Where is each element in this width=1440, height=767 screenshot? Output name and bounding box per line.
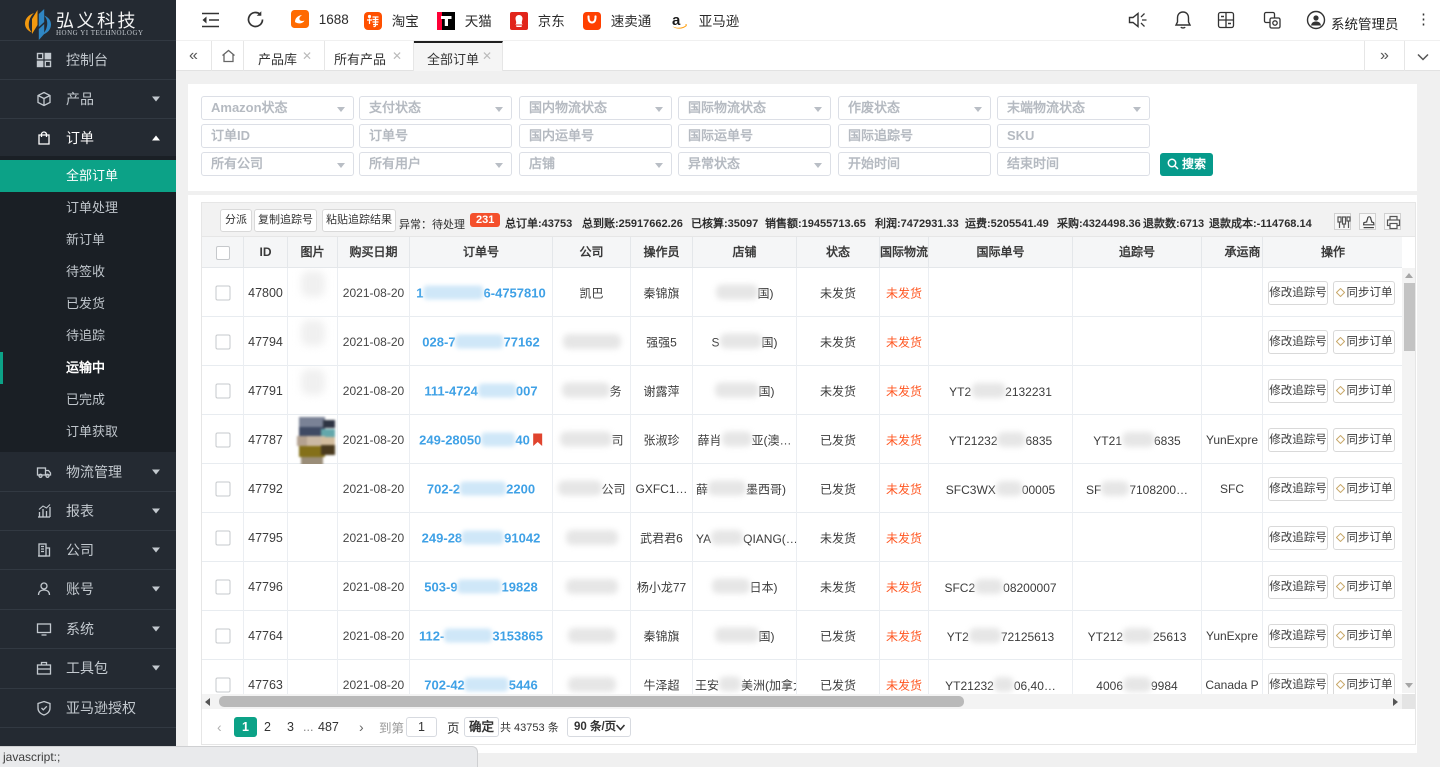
svg-text:a: a — [672, 12, 681, 29]
